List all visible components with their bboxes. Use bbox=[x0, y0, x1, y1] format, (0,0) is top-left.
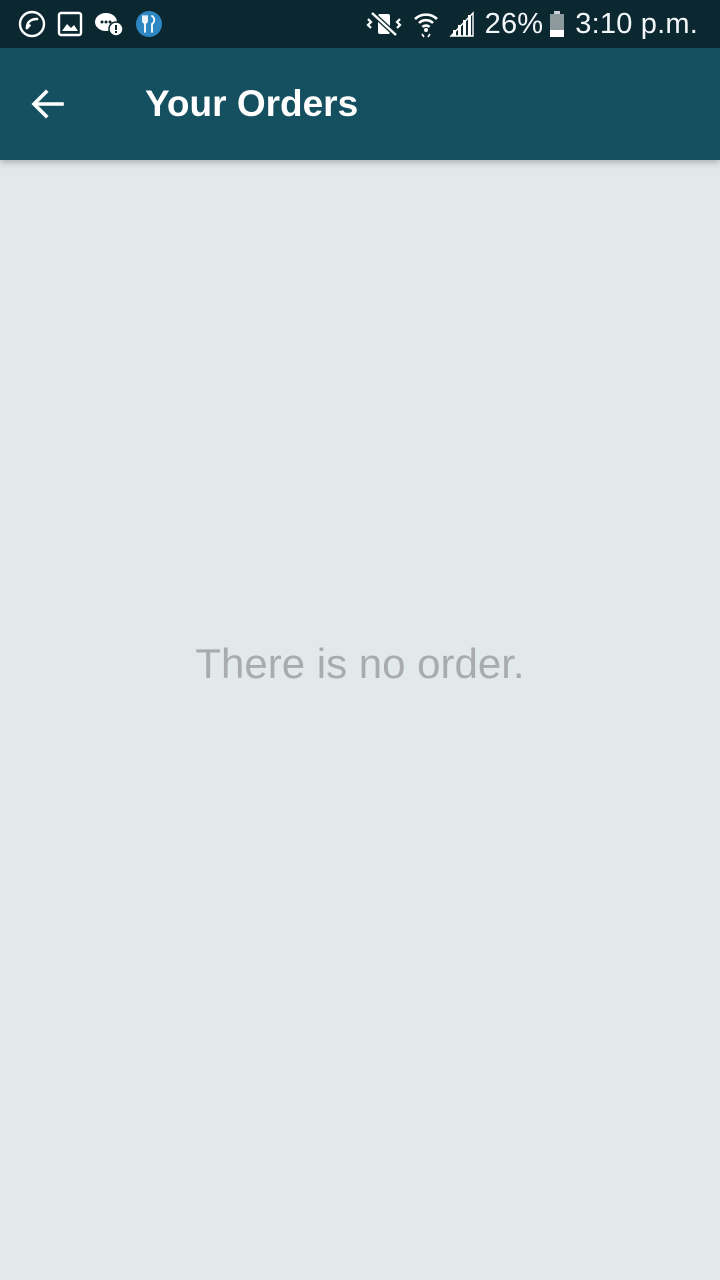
app-bar: Your Orders bbox=[0, 48, 720, 160]
back-button[interactable] bbox=[18, 74, 78, 134]
vibrate-mute-icon bbox=[365, 10, 403, 38]
clock: 3:10 p.m. bbox=[575, 7, 698, 40]
chat-alert-icon bbox=[94, 10, 124, 38]
missed-call-icon bbox=[18, 10, 46, 38]
empty-state-message: There is no order. bbox=[195, 640, 525, 687]
battery-percent: 26% bbox=[484, 7, 544, 40]
restaurant-app-icon bbox=[135, 10, 163, 38]
notification-icons bbox=[18, 10, 174, 38]
signal-icon bbox=[449, 10, 475, 38]
status-bar: 26% 3:10 p.m. bbox=[0, 0, 720, 48]
system-icons: 26% 3:10 p.m. bbox=[355, 8, 698, 41]
battery-icon bbox=[549, 10, 565, 38]
orders-content: There is no order. bbox=[0, 160, 720, 1280]
arrow-left-icon bbox=[30, 86, 66, 122]
image-icon bbox=[57, 11, 83, 37]
page-title: Your Orders bbox=[145, 83, 359, 124]
wifi-icon bbox=[413, 10, 439, 38]
